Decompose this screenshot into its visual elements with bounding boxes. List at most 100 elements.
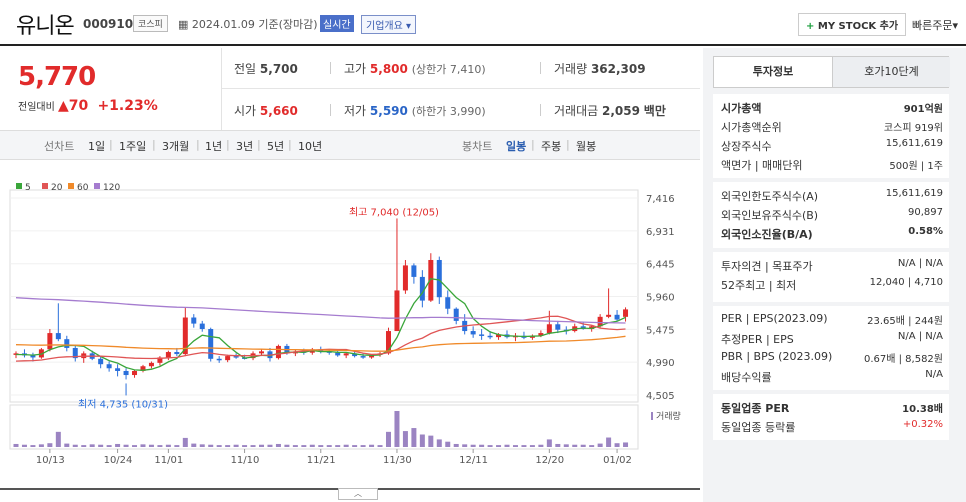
- candle-body: [487, 335, 493, 338]
- volume-bar: [606, 437, 612, 447]
- live-button[interactable]: 실시간: [320, 15, 354, 32]
- candle-body: [402, 265, 408, 291]
- info-value: 90,897: [908, 207, 943, 218]
- s2-row: 외국인소진율(B/A) 0.58%: [721, 226, 943, 242]
- period-3y[interactable]: 3년: [236, 138, 253, 154]
- x-tick-label: 01/02: [603, 455, 632, 466]
- volume-bar: [115, 443, 121, 447]
- s1-row: 시가총액 901억원: [721, 100, 943, 116]
- volume-bar: [343, 444, 349, 447]
- volume-bar: [479, 444, 485, 447]
- market-badge: 코스피: [133, 15, 168, 32]
- s3-row: 투자의견 | 목표주가 N/A | N/A: [721, 258, 943, 274]
- candle-body: [343, 353, 349, 356]
- x-tick-label: 10/24: [104, 455, 133, 466]
- volume-bar: [38, 444, 44, 447]
- info-label: 투자의견 | 목표주가: [721, 260, 813, 273]
- volume-bar: [521, 445, 527, 447]
- stock-chart[interactable]: 5 20 60 120 7,416 6,931 6,445 5,960 5,475 4,990 4,…: [0, 160, 700, 490]
- open-price: 시가 5,660: [234, 104, 298, 118]
- volume-bar: [394, 411, 400, 447]
- candle-body: [191, 317, 197, 324]
- volume-bar: [555, 443, 561, 447]
- y-tick-label: 4,990: [646, 358, 675, 369]
- info-value: 코스피 919위: [883, 123, 943, 134]
- candle-body: [394, 290, 400, 332]
- tab-investment-info[interactable]: 투자정보: [714, 57, 832, 87]
- volume-bar: [81, 445, 87, 447]
- candle-weekly[interactable]: 주봉: [541, 138, 561, 154]
- candle-body: [453, 308, 459, 321]
- candle-body: [106, 364, 112, 369]
- info-value: 15,611,619: [885, 188, 943, 199]
- tab-order-book[interactable]: 호가10단계: [832, 57, 950, 87]
- candle-body: [470, 331, 476, 335]
- volume-bar: [242, 445, 248, 447]
- volume-bar: [572, 444, 578, 447]
- volume-bar: [208, 444, 214, 447]
- chevron-down-icon: ▾: [406, 21, 412, 32]
- volume-bar: [132, 445, 138, 447]
- high-price: 고가 5,800 (상한가 7,410): [344, 62, 486, 76]
- volume-bar: [512, 445, 518, 447]
- info-value: 500원 | 1주: [889, 161, 943, 172]
- candle-body: [335, 352, 341, 356]
- volume-bar: [292, 445, 298, 447]
- candle-body: [216, 358, 222, 361]
- candle-body: [165, 352, 171, 358]
- current-price: 5,770: [18, 62, 96, 92]
- up-arrow-icon: ▲: [58, 98, 69, 114]
- volume-bar: [529, 445, 535, 447]
- prev-close: 전일 5,700: [234, 62, 298, 76]
- add-mystock-button[interactable]: + MY STOCK 추가: [798, 13, 907, 36]
- line-chart-label[interactable]: 선차트: [44, 138, 74, 154]
- candle-body: [360, 356, 366, 358]
- price-area: [9, 189, 639, 403]
- volume-bar: [470, 444, 476, 447]
- plus-icon: +: [806, 21, 815, 32]
- chart-svg[interactable]: 5 20 60 120 7,416 6,931 6,445 5,960 5,475 4,990 4,…: [0, 160, 700, 490]
- period-1w[interactable]: 1주일: [119, 138, 146, 154]
- period-1y[interactable]: 1년: [205, 138, 222, 154]
- info-value: 0.67배 | 8,582원: [863, 354, 943, 365]
- period-1d[interactable]: 1일: [88, 138, 105, 154]
- volume-area: [9, 404, 639, 450]
- s4-row: 배당수익률 N/A: [721, 369, 943, 385]
- volume-bar: [352, 445, 358, 447]
- candle-monthly[interactable]: 월봉: [576, 138, 596, 154]
- volume-bar: [174, 445, 180, 447]
- industry-section: 동일업종 PER 10.38배 동일업종 등락률 +0.32%: [713, 394, 949, 440]
- volume: 거래량 362,309: [554, 62, 646, 76]
- candle-body: [148, 362, 154, 367]
- volume-bar: [428, 435, 434, 447]
- candle-body: [174, 352, 180, 355]
- volume-bar: [546, 439, 552, 447]
- candle-body: [132, 370, 138, 376]
- volume-bar: [623, 442, 629, 447]
- y-tick-label: 4,505: [646, 391, 675, 402]
- candle-chart-label[interactable]: 봉차트: [462, 138, 492, 154]
- collapse-chart-button[interactable]: ︿: [338, 488, 378, 500]
- candle-body: [115, 368, 121, 371]
- legend-label: 120: [103, 183, 120, 193]
- change-value: 70: [68, 98, 89, 114]
- period-3m[interactable]: 3개월: [162, 138, 189, 154]
- period-5y[interactable]: 5년: [267, 138, 284, 154]
- volume-bar: [64, 443, 70, 447]
- volume-bar: [436, 439, 442, 447]
- candle-body: [275, 345, 281, 359]
- info-label: 시가총액순위: [721, 121, 782, 134]
- candle-body: [411, 265, 417, 277]
- investment-info-panel: 투자정보 호가10단계 시가총액 901억원 시가총액순위 코스피 919위 상장주식수…: [703, 48, 966, 502]
- quick-order-button[interactable]: 빠른주문▾: [912, 17, 958, 33]
- volume-bar: [419, 434, 425, 447]
- volume-bar: [360, 445, 366, 447]
- candle-body: [546, 324, 552, 334]
- volume-bar: [275, 443, 281, 447]
- period-10y[interactable]: 10년: [298, 138, 322, 154]
- s1-row: 액면가 | 매매단위 500원 | 1주: [721, 157, 943, 173]
- company-overview-dropdown[interactable]: 기업개요 ▾: [361, 15, 417, 34]
- info-label: 52주최고 | 최저: [721, 279, 797, 292]
- candle-body: [606, 314, 612, 317]
- candle-daily[interactable]: 일봉: [506, 138, 526, 154]
